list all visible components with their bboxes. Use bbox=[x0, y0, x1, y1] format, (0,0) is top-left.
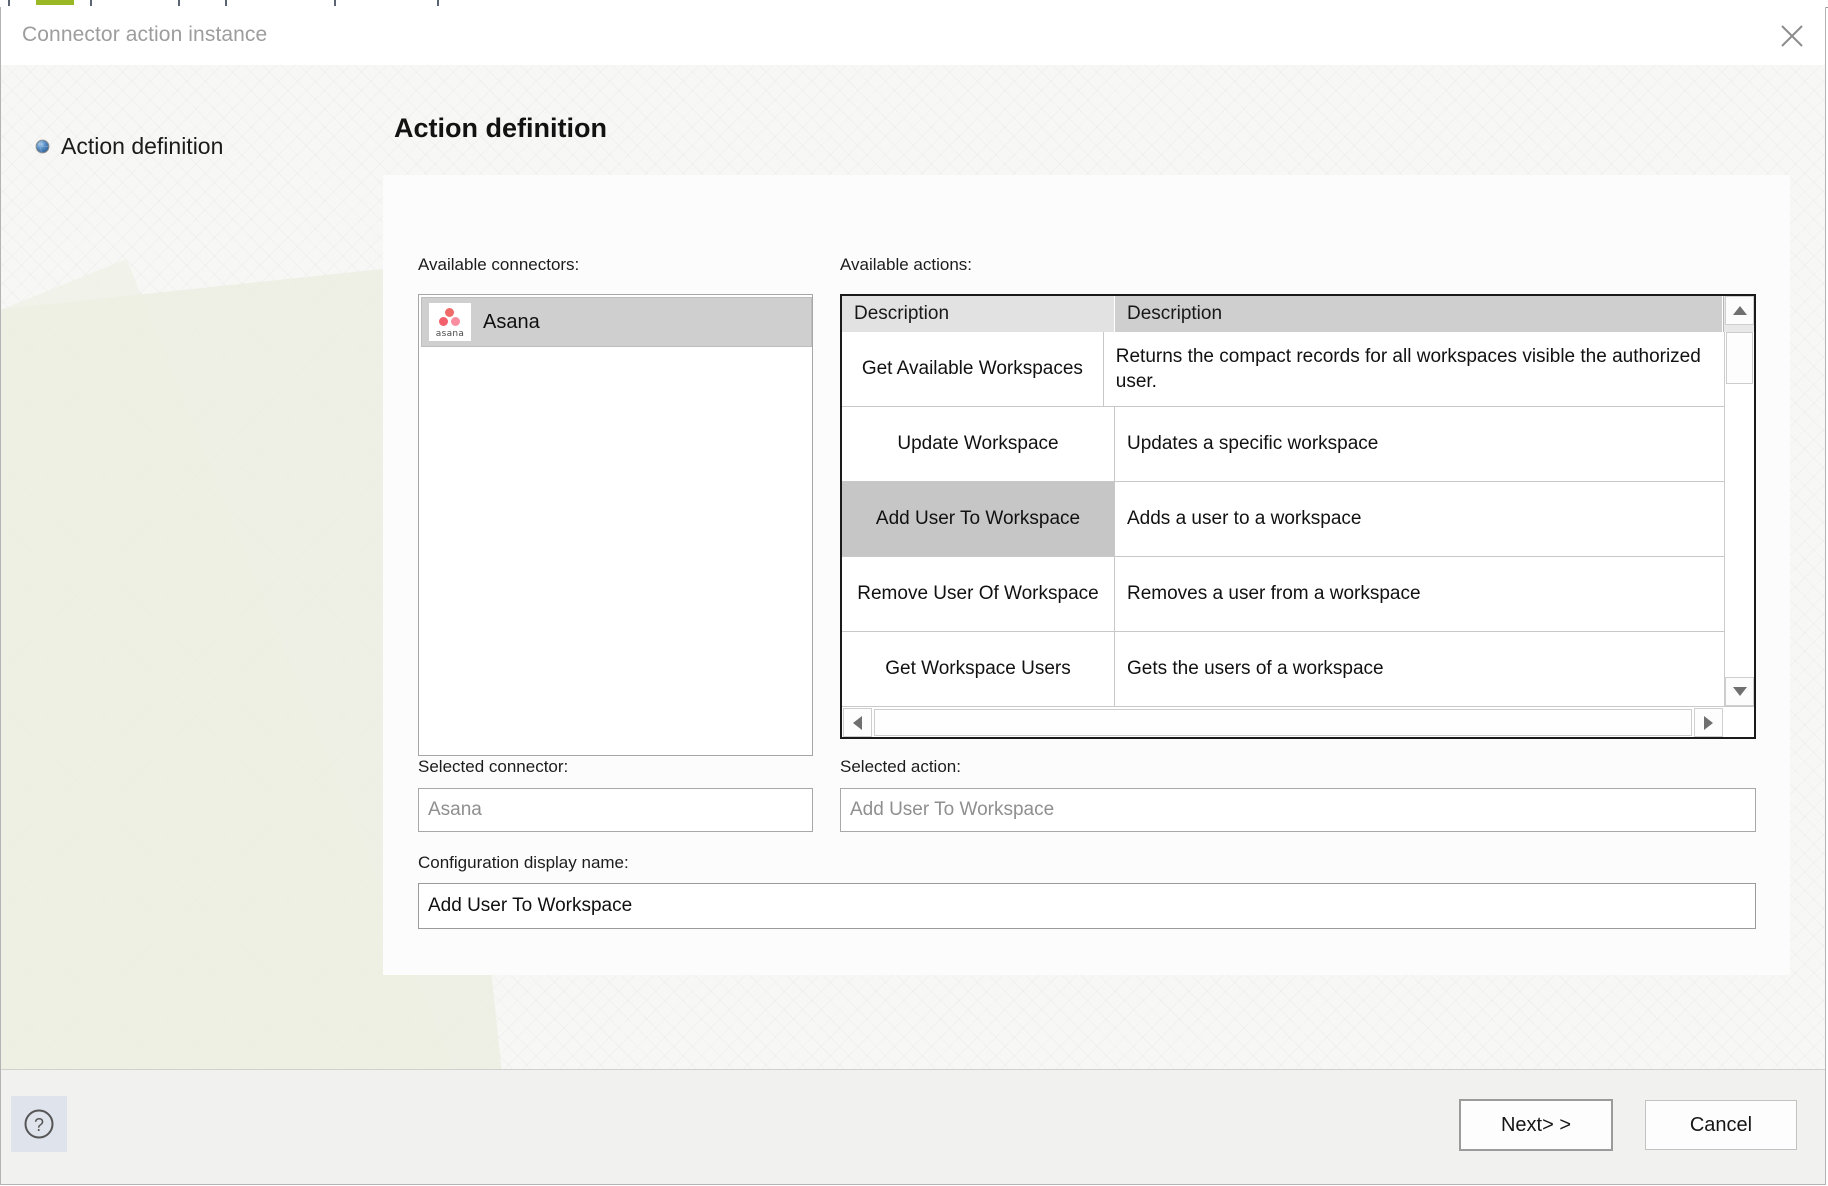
sidebar-item-action-definition[interactable]: Action definition bbox=[35, 133, 223, 160]
background-tab-accent bbox=[36, 0, 74, 5]
action-name: Update Workspace bbox=[842, 407, 1115, 481]
action-name: Add User To Workspace bbox=[842, 482, 1115, 556]
grid-vertical-scrollbar[interactable] bbox=[1724, 296, 1754, 706]
dialog-title: Connector action instance bbox=[22, 23, 268, 46]
next-button[interactable]: Next> > bbox=[1459, 1099, 1613, 1151]
connector-action-instance-dialog: Connector action instance Action definit… bbox=[0, 7, 1826, 1185]
action-description: Returns the compact records for all work… bbox=[1115, 345, 1701, 392]
table-row[interactable]: Update Workspace Updates a specific work… bbox=[842, 407, 1724, 482]
question-mark-icon[interactable]: ? bbox=[11, 1096, 67, 1152]
horizontal-scrollbar-thumb[interactable] bbox=[874, 709, 1692, 736]
list-item[interactable]: asana Asana bbox=[421, 297, 812, 347]
selected-connector-label: Selected connector: bbox=[418, 757, 569, 776]
configuration-display-name-label: Configuration display name: bbox=[418, 853, 629, 872]
grid-rows: Get Available Workspaces Returns the com… bbox=[842, 332, 1724, 706]
table-row-selected[interactable]: Add User To Workspace Adds a user to a w… bbox=[842, 482, 1724, 557]
table-row[interactable]: Get Available Workspaces Returns the com… bbox=[842, 332, 1724, 407]
scrollbar-corner bbox=[1724, 707, 1754, 737]
scroll-right-arrow-icon[interactable] bbox=[1694, 708, 1723, 737]
dialog-body: Action definition Action definition Avai… bbox=[1, 65, 1825, 1128]
available-connectors-list[interactable]: asana Asana bbox=[418, 294, 813, 756]
scroll-down-arrow-icon[interactable] bbox=[1725, 677, 1754, 706]
column-header-description[interactable]: Description bbox=[1115, 296, 1723, 332]
action-name: Get Available Workspaces bbox=[842, 332, 1104, 406]
connector-name: Asana bbox=[483, 310, 540, 333]
available-actions-grid[interactable]: Description Description Get Available Wo… bbox=[840, 294, 1756, 739]
page-title: Action definition bbox=[394, 113, 607, 143]
action-name: Get Workspace Users bbox=[842, 632, 1115, 706]
background-tick bbox=[334, 0, 336, 6]
action-description: Adds a user to a workspace bbox=[1127, 508, 1362, 530]
grid-horizontal-scrollbar[interactable] bbox=[842, 706, 1754, 737]
table-row[interactable]: Get Workspace Users Gets the users of a … bbox=[842, 632, 1724, 706]
content-card: Available connectors: asana Asana Availa… bbox=[383, 175, 1790, 975]
available-connectors-label: Available connectors: bbox=[418, 255, 580, 274]
action-name: Remove User Of Workspace bbox=[842, 557, 1115, 631]
available-actions-label: Available actions: bbox=[840, 255, 972, 274]
dialog-footer: ? Next> > Cancel bbox=[1, 1069, 1825, 1184]
dialog-titlebar: Connector action instance bbox=[1, 7, 1825, 65]
table-row[interactable]: Remove User Of Workspace Removes a user … bbox=[842, 557, 1724, 632]
background-tick bbox=[178, 0, 180, 6]
wizard-sidebar: Action definition bbox=[1, 65, 391, 1128]
cancel-button[interactable]: Cancel bbox=[1645, 1100, 1797, 1150]
background-tick bbox=[437, 0, 439, 6]
selected-action-label: Selected action: bbox=[840, 757, 961, 776]
action-description: Updates a specific workspace bbox=[1127, 433, 1379, 455]
close-icon[interactable] bbox=[1759, 7, 1825, 64]
svg-text:?: ? bbox=[34, 1115, 44, 1135]
vertical-scrollbar-thumb[interactable] bbox=[1726, 332, 1753, 384]
action-description: Removes a user from a workspace bbox=[1127, 583, 1421, 605]
sidebar-item-label: Action definition bbox=[61, 133, 224, 159]
scroll-up-arrow-icon[interactable] bbox=[1725, 296, 1754, 325]
action-description: Gets the users of a workspace bbox=[1127, 658, 1384, 680]
grid-header-row: Description Description bbox=[842, 296, 1754, 332]
background-tick bbox=[8, 0, 10, 6]
configuration-display-name-input[interactable]: Add User To Workspace bbox=[418, 883, 1756, 929]
selected-connector-field[interactable]: Asana bbox=[418, 788, 813, 832]
background-tick bbox=[225, 0, 227, 6]
asana-logo-icon: asana bbox=[429, 303, 471, 341]
background-tick bbox=[90, 0, 92, 6]
scroll-left-arrow-icon[interactable] bbox=[843, 708, 872, 737]
selected-action-field[interactable]: Add User To Workspace bbox=[840, 788, 1756, 832]
column-header-name[interactable]: Description bbox=[842, 296, 1115, 332]
blue-sphere-icon bbox=[35, 139, 50, 154]
